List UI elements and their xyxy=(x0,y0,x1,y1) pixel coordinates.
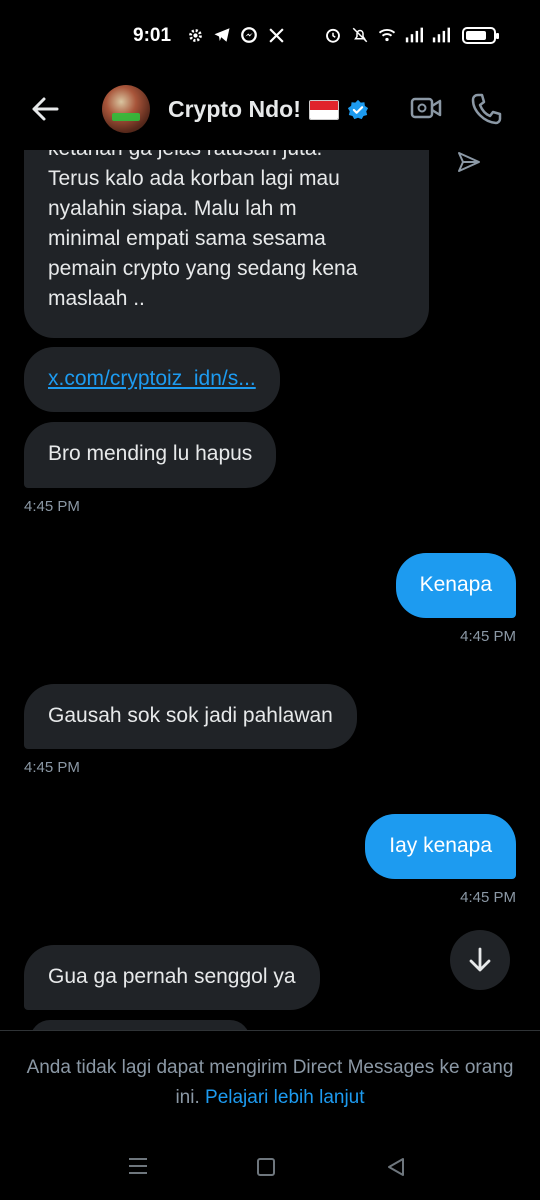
footer: Anda tidak lagi dapat mengirim Direct Me… xyxy=(0,1030,540,1200)
telegram-icon xyxy=(213,26,231,44)
dm-restriction-notice: Anda tidak lagi dapat mengirim Direct Me… xyxy=(0,1053,540,1113)
arrow-left-icon xyxy=(32,97,59,121)
verified-badge-icon xyxy=(347,99,369,121)
message-link[interactable]: x.com/cryptoiz_idn/s... xyxy=(48,367,256,390)
menu-icon xyxy=(129,1158,147,1174)
indonesia-flag-icon xyxy=(308,99,339,120)
gear-icon xyxy=(186,26,204,44)
mute-icon xyxy=(351,26,369,44)
send-icon[interactable] xyxy=(456,150,482,174)
phone-call-button[interactable] xyxy=(470,92,502,126)
message-text: Bro mending lu hapus xyxy=(48,442,253,465)
message-bubble-outgoing[interactable]: Kenapa xyxy=(395,553,516,618)
message-text: ketahan ga jelas ratusan juta. Terus kal… xyxy=(48,137,358,310)
signal-icon xyxy=(432,26,450,44)
conversation-header: Crypto Ndo! xyxy=(0,72,540,150)
message-bubble-outgoing[interactable]: Iay kenapa xyxy=(365,814,516,879)
home-button[interactable] xyxy=(257,1158,275,1176)
battery-icon xyxy=(462,27,499,44)
system-icons xyxy=(324,26,450,44)
message-text: Gausah sok sok jadi pahlawan xyxy=(48,704,333,727)
video-call-button[interactable] xyxy=(410,94,442,124)
recent-apps-button[interactable] xyxy=(128,1157,148,1175)
message-text: Iay kenapa xyxy=(389,834,492,857)
avatar[interactable] xyxy=(102,85,150,133)
learn-more-link[interactable]: Pelajari lebih lanjut xyxy=(205,1087,365,1108)
arrow-down-icon xyxy=(469,947,491,972)
message-timestamp: 4:45 PM xyxy=(24,498,80,515)
phone-icon xyxy=(471,93,502,125)
triangle-back-icon xyxy=(388,1158,404,1176)
status-time: 9:01 xyxy=(133,25,172,46)
message-bubble-incoming[interactable]: Gua ga pernah senggol ya xyxy=(24,945,320,1010)
message-text: Kenapa xyxy=(419,573,492,596)
message-bubble-incoming[interactable]: Gausah sok sok jadi pahlawan xyxy=(24,684,357,749)
contact-name-text: Crypto Ndo! xyxy=(168,96,301,122)
message-bubble-link[interactable]: x.com/cryptoiz_idn/s... xyxy=(24,347,280,412)
video-call-icon xyxy=(410,97,442,119)
message-timestamp: 4:45 PM xyxy=(460,889,516,906)
messenger-icon xyxy=(240,26,258,44)
scroll-to-bottom-button[interactable] xyxy=(450,930,510,990)
notification-icons xyxy=(186,26,285,44)
contact-name[interactable]: Crypto Ndo! xyxy=(168,96,369,123)
system-back-button[interactable] xyxy=(386,1157,406,1177)
wifi-icon xyxy=(378,26,396,44)
x-icon xyxy=(267,26,285,44)
back-button[interactable] xyxy=(30,94,66,126)
message-bubble-incoming[interactable]: Bro mending lu hapus xyxy=(24,422,277,488)
message-text: Gua ga pernah senggol ya xyxy=(48,965,296,988)
status-bar: 9:01 xyxy=(0,0,540,72)
signal-icon xyxy=(405,26,423,44)
message-bubble-incoming[interactable]: ketahan ga jelas ratusan juta. Terus kal… xyxy=(24,137,429,338)
alarm-icon xyxy=(324,26,342,44)
message-timestamp: 4:45 PM xyxy=(460,628,516,645)
message-timestamp: 4:45 PM xyxy=(24,759,80,776)
